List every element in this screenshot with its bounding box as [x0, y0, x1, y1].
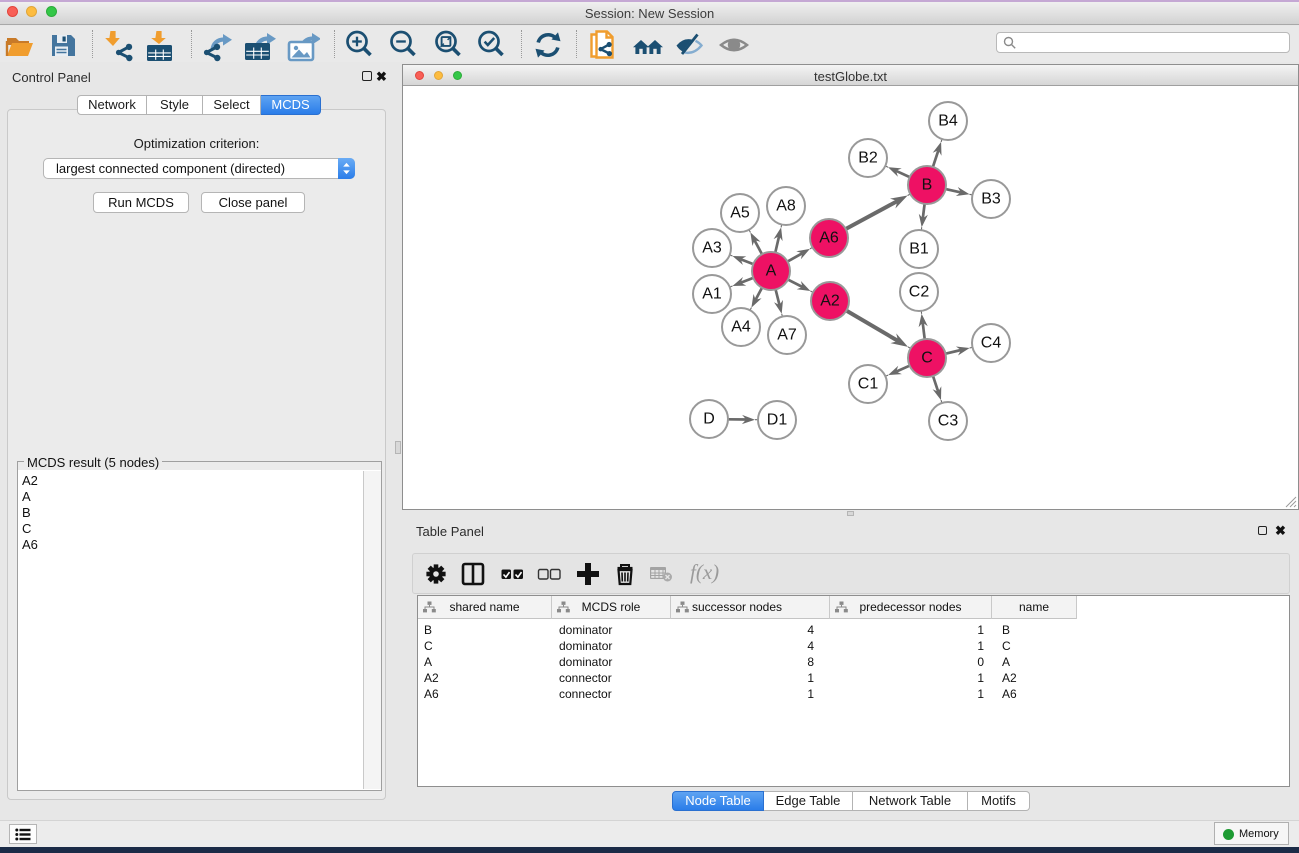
svg-text:B4: B4 [938, 113, 958, 130]
svg-text:A3: A3 [702, 240, 722, 257]
svg-text:A1: A1 [702, 286, 722, 303]
svg-text:D: D [703, 411, 715, 428]
svg-text:A4: A4 [731, 319, 751, 336]
svg-text:A8: A8 [776, 198, 796, 215]
svg-text:C4: C4 [981, 335, 1002, 352]
svg-text:A6: A6 [819, 230, 839, 247]
svg-text:A5: A5 [730, 205, 750, 222]
svg-text:B3: B3 [981, 191, 1001, 208]
svg-text:C3: C3 [938, 413, 959, 430]
svg-text:A: A [766, 263, 777, 280]
svg-text:A7: A7 [777, 327, 797, 344]
svg-text:C2: C2 [909, 284, 930, 301]
svg-text:B: B [922, 177, 933, 194]
svg-text:B2: B2 [858, 150, 878, 167]
svg-text:C1: C1 [858, 376, 879, 393]
svg-text:B1: B1 [909, 241, 929, 258]
svg-text:A2: A2 [820, 293, 840, 310]
svg-text:D1: D1 [767, 412, 788, 429]
svg-text:C: C [921, 350, 933, 367]
